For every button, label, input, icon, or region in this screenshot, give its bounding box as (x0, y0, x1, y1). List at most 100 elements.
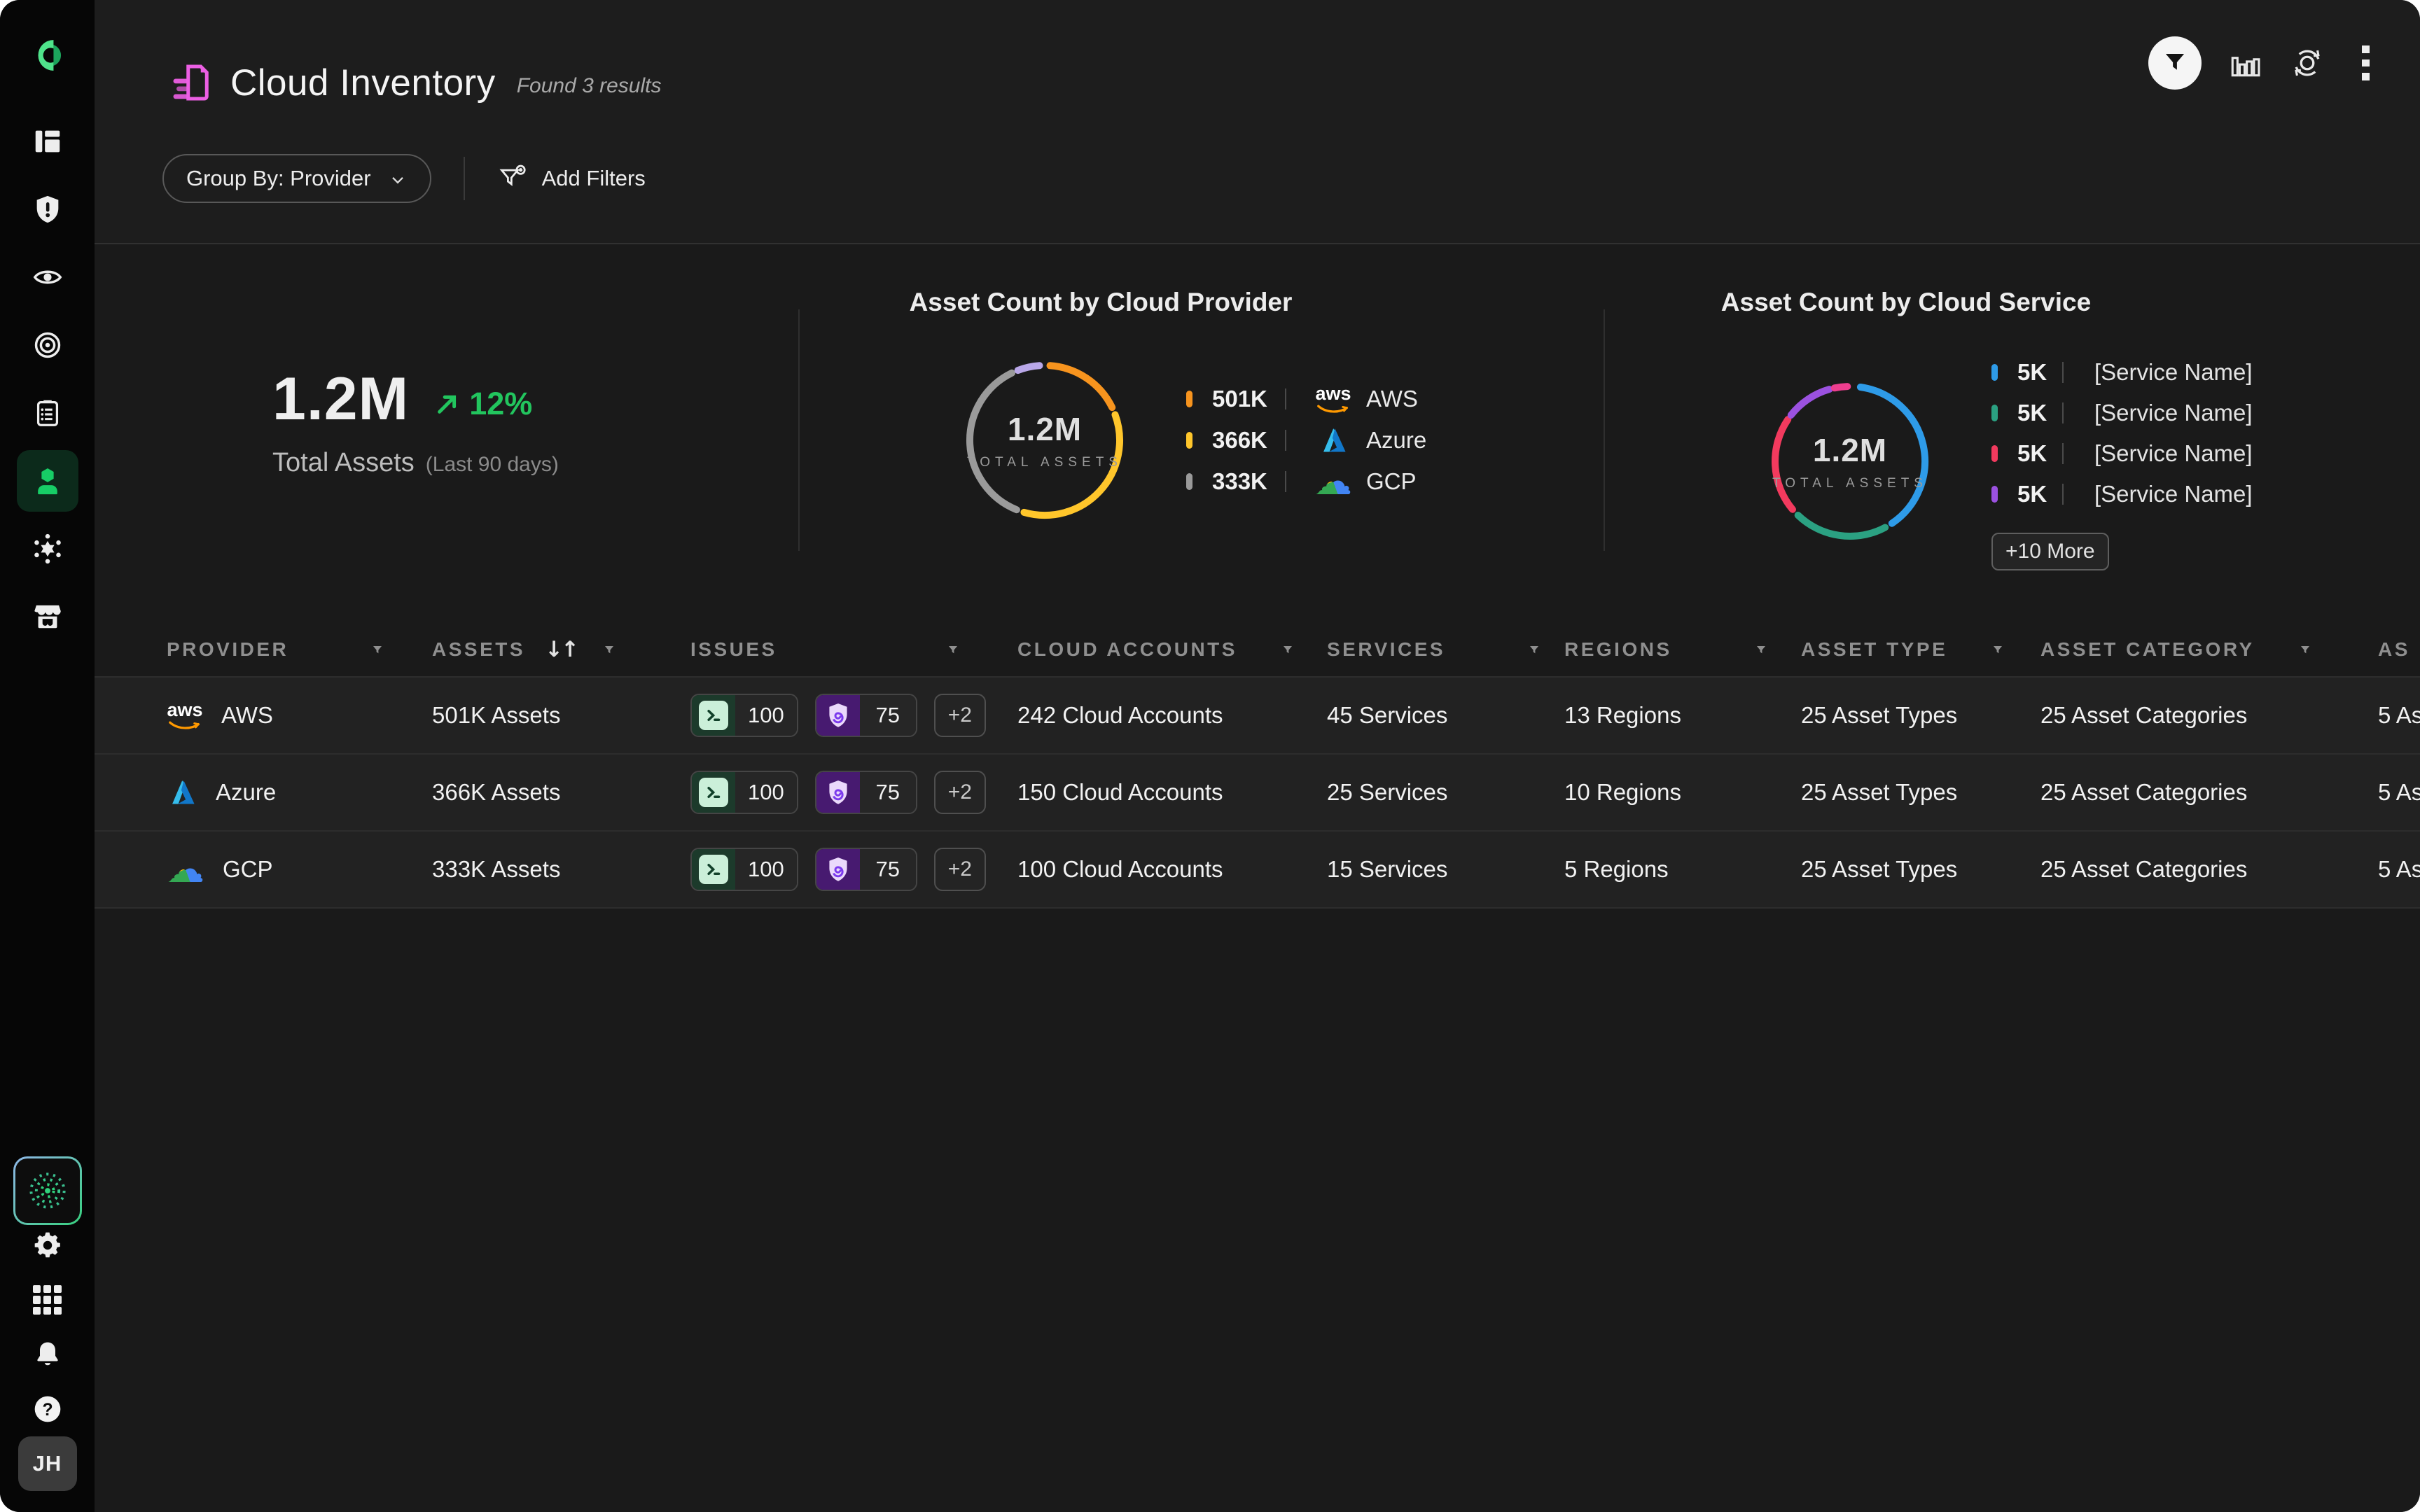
user-avatar[interactable]: JH (18, 1436, 77, 1491)
column-label: ISSUES (690, 638, 777, 661)
legend-item[interactable]: 501KawsAWS (1186, 379, 1426, 420)
table-header: PROVIDERASSETS ↓↑ ISSUES CLOUD ACCOUNTSSERV… (95, 623, 2420, 676)
filter-funnel-icon[interactable] (1279, 641, 1296, 658)
sidebar-item-storefront[interactable] (0, 582, 95, 650)
column-header-issues[interactable]: ISSUES (690, 638, 1017, 661)
content: 1.2M 12% Total Assets (Last 90 days) Ass… (95, 244, 2420, 1512)
column-header-provider[interactable]: PROVIDER (167, 638, 432, 661)
legend-value: 5K (2017, 400, 2062, 426)
shield-swirl-icon (823, 701, 853, 730)
legend-item[interactable]: 333K☁GCP (1186, 461, 1426, 503)
sidebar-item-virus[interactable] (0, 514, 95, 582)
legend-separator (1285, 388, 1286, 410)
services-cell: 15 Services (1327, 856, 1564, 883)
legend-item[interactable]: 5K[Service Name] (1991, 474, 2253, 514)
services-cell: 25 Services (1327, 779, 1564, 806)
filter-plus-icon (497, 163, 528, 194)
shield-issues-count: 75 (860, 695, 916, 736)
sidebar-item-bell[interactable] (32, 1327, 63, 1382)
chevron-down-icon (388, 170, 408, 190)
more-menu-button[interactable] (2351, 46, 2379, 80)
shield-issues-badge[interactable]: 75 (815, 694, 917, 737)
sidebar-item-help[interactable]: ? (32, 1382, 63, 1436)
filter-funnel-icon[interactable] (945, 641, 961, 658)
column-header-cloud-accounts[interactable]: CLOUD ACCOUNTS (1017, 638, 1327, 661)
column-header-assets[interactable]: ASSETS ↓↑ (432, 637, 690, 662)
legend-item[interactable]: 366KAzure (1186, 420, 1426, 461)
legend-marker (1991, 405, 1998, 421)
filter-funnel-icon[interactable] (1526, 641, 1543, 658)
filter-button[interactable] (2148, 36, 2202, 90)
more-issues-badge[interactable]: +2 (934, 694, 986, 737)
donut-center-label: TOTAL ASSETS (967, 455, 1122, 470)
provider-donut-chart[interactable]: 1.2M TOTAL ASSETS (957, 352, 1133, 528)
legend-item[interactable]: 5K[Service Name] (1991, 433, 2253, 474)
more-issues-badge[interactable]: +2 (934, 771, 986, 814)
service-donut-chart[interactable]: 1.2M TOTAL ASSETS (1762, 373, 1938, 550)
column-header-as[interactable]: AS (2378, 638, 2420, 661)
more-services-button[interactable]: +10 More (1991, 533, 2109, 570)
sidebar-item-inventory-person[interactable] (0, 447, 95, 514)
filter-funnel-icon[interactable] (2297, 641, 2314, 658)
terminal-icon (699, 855, 728, 884)
sidebar-item-apps-grid[interactable] (33, 1273, 62, 1327)
column-label: ASSETS (432, 638, 525, 661)
legend-item[interactable]: 5K[Service Name] (1991, 352, 2253, 393)
sidebar-item-eye[interactable] (0, 243, 95, 311)
sidebar-bottom: ?JH (13, 1163, 82, 1512)
legend-name: [Service Name] (2094, 440, 2253, 467)
filter-funnel-icon[interactable] (1753, 641, 1769, 658)
regions-cell: 13 Regions (1564, 702, 1801, 729)
filter-funnel-icon[interactable] (601, 641, 618, 658)
sidebar-item-shield-alert[interactable] (0, 175, 95, 243)
legend-item[interactable]: 5K[Service Name] (1991, 393, 2253, 433)
results-count: Found 3 results (517, 74, 662, 98)
gear-icon (32, 1230, 63, 1261)
sidebar-item-clipboard-list[interactable] (0, 379, 95, 447)
add-filters-label: Add Filters (542, 166, 646, 191)
terminal-issues-badge[interactable]: 100 (690, 694, 798, 737)
chart-view-button[interactable] (2228, 46, 2263, 80)
add-filters-button[interactable]: Add Filters (497, 163, 646, 194)
cloud-accounts-cell: 100 Cloud Accounts (1017, 856, 1327, 883)
sidebar-item-gear[interactable] (32, 1218, 63, 1273)
legend-value: 333K (1212, 468, 1285, 495)
app-window: ?JH Cloud Inventory Found 3 results Grou… (0, 0, 2420, 1512)
terminal-issues-badge[interactable]: 100 (690, 848, 798, 891)
asset-type-cell: 25 Asset Types (1801, 702, 2040, 729)
total-assets-value: 1.2M (272, 365, 409, 434)
sidebar-item-ai-spiral[interactable] (13, 1163, 82, 1218)
gcp-logo: ☁ (167, 850, 204, 888)
provider-cell: ☁GCP (167, 850, 432, 888)
sidebar-item-layout[interactable] (0, 107, 95, 175)
column-header-services[interactable]: SERVICES (1327, 638, 1564, 661)
shield-issues-badge[interactable]: 75 (815, 848, 917, 891)
cloud-accounts-cell: 150 Cloud Accounts (1017, 779, 1327, 806)
shield-alert-icon (32, 193, 64, 225)
filter-funnel-icon[interactable] (1989, 641, 2006, 658)
sort-icon[interactable]: ↓↑ (545, 637, 577, 662)
shield-issues-badge[interactable]: 75 (815, 771, 917, 814)
column-header-asset-type[interactable]: ASSET TYPE (1801, 638, 2040, 661)
sync-button[interactable] (2290, 46, 2325, 80)
column-label: ASSET CATEGORY (2040, 638, 2255, 661)
service-chart-title: Asset Count by Cloud Service (1605, 288, 2207, 317)
total-assets-label: Total Assets (272, 448, 415, 478)
sidebar-item-bullseye[interactable] (0, 311, 95, 379)
virus-icon (32, 533, 64, 565)
column-header-regions[interactable]: REGIONS (1564, 638, 1801, 661)
provider-cell: awsAWS (167, 701, 432, 731)
table-row-azure[interactable]: Azure366K Assets10075+2150 Cloud Account… (95, 755, 2420, 832)
legend-value: 5K (2017, 481, 2062, 507)
table-row-aws[interactable]: awsAWS501K Assets10075+2242 Cloud Accoun… (95, 676, 2420, 755)
terminal-issues-badge[interactable]: 100 (690, 771, 798, 814)
provider-chart-title: Asset Count by Cloud Provider (800, 288, 1402, 317)
more-issues-badge[interactable]: +2 (934, 848, 986, 891)
table-row-gcp[interactable]: ☁GCP333K Assets10075+2100 Cloud Accounts… (95, 832, 2420, 909)
filter-funnel-icon[interactable] (369, 641, 386, 658)
column-header-asset-category[interactable]: ASSET CATEGORY (2040, 638, 2378, 661)
terminal-issues-count: 100 (735, 695, 797, 736)
group-by-dropdown[interactable]: Group By: Provider (162, 154, 431, 203)
orca-logo[interactable] (29, 36, 67, 74)
main-area: Cloud Inventory Found 3 results Group By… (95, 0, 2420, 1512)
